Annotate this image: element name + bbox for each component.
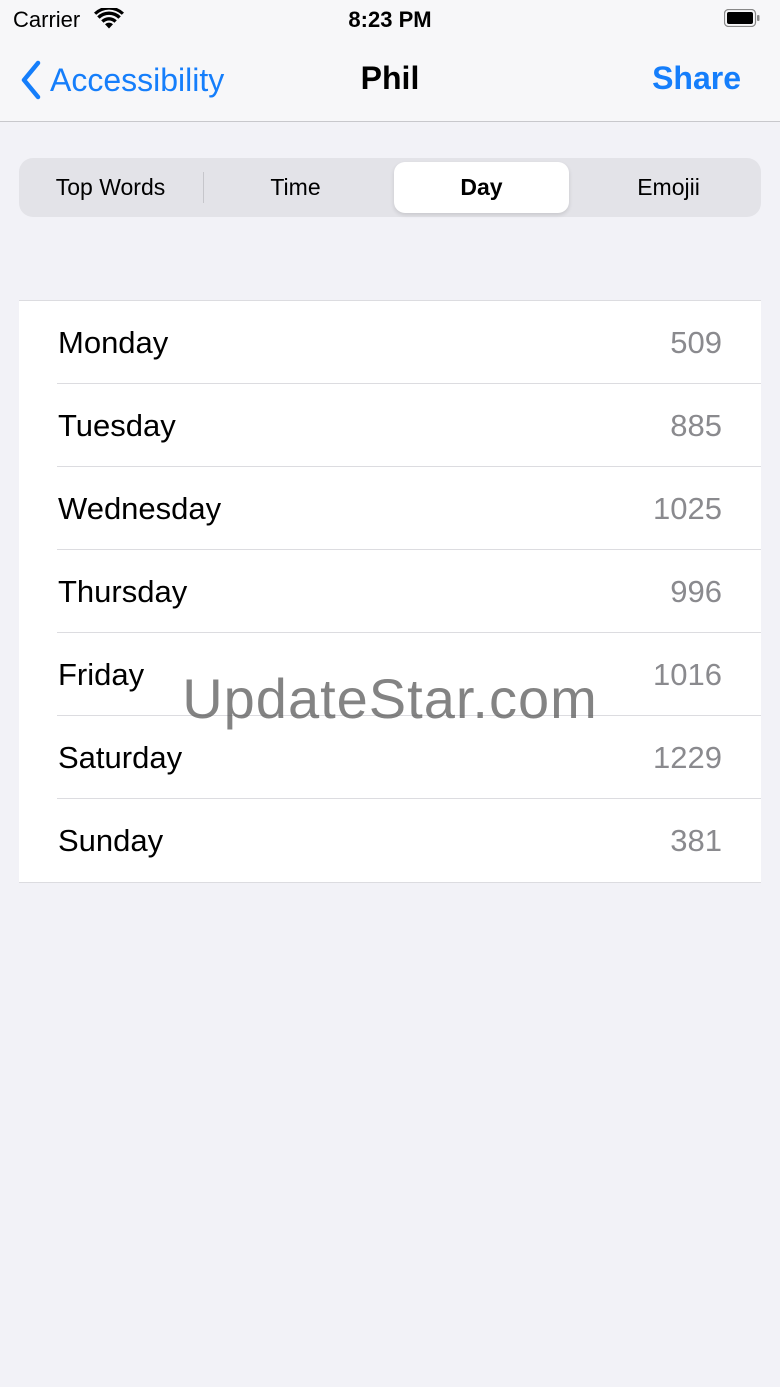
day-label: Tuesday [58,408,176,443]
list-item-wednesday[interactable]: Wednesday 1025 [19,467,761,550]
segmented-control: Top Words Time Day Emojii [19,158,761,217]
battery-icon [724,9,760,27]
navigation-bar: Accessibility Phil Share [0,40,780,122]
day-list: Monday 509 Tuesday 885 Wednesday 1025 Th… [19,300,761,883]
segment-emojii[interactable]: Emojii [581,162,756,213]
day-count: 381 [670,823,722,858]
list-item-sunday[interactable]: Sunday 381 [19,799,761,882]
day-count: 1016 [653,657,722,692]
status-bar: Carrier 8:23 PM [0,0,780,40]
segment-day[interactable]: Day [394,162,569,213]
list-item-monday[interactable]: Monday 509 [19,301,761,384]
day-label: Wednesday [58,491,222,526]
day-count: 885 [670,408,722,443]
day-label: Monday [58,325,169,360]
status-time: 8:23 PM [348,7,432,32]
day-label: Sunday [58,823,164,858]
day-label: Friday [58,657,145,692]
day-label: Saturday [58,740,183,775]
segment-top-words[interactable]: Top Words [23,162,198,213]
segment-time[interactable]: Time [208,162,383,213]
day-count: 1025 [653,491,722,526]
list-item-thursday[interactable]: Thursday 996 [19,550,761,633]
list-item-saturday[interactable]: Saturday 1229 [19,716,761,799]
day-count: 509 [670,325,722,360]
list-item-tuesday[interactable]: Tuesday 885 [19,384,761,467]
day-count: 1229 [653,740,722,775]
share-button[interactable]: Share [652,60,741,97]
segment-divider [203,172,204,203]
day-count: 996 [670,574,722,609]
day-label: Thursday [58,574,188,609]
list-item-friday[interactable]: Friday 1016 [19,633,761,716]
